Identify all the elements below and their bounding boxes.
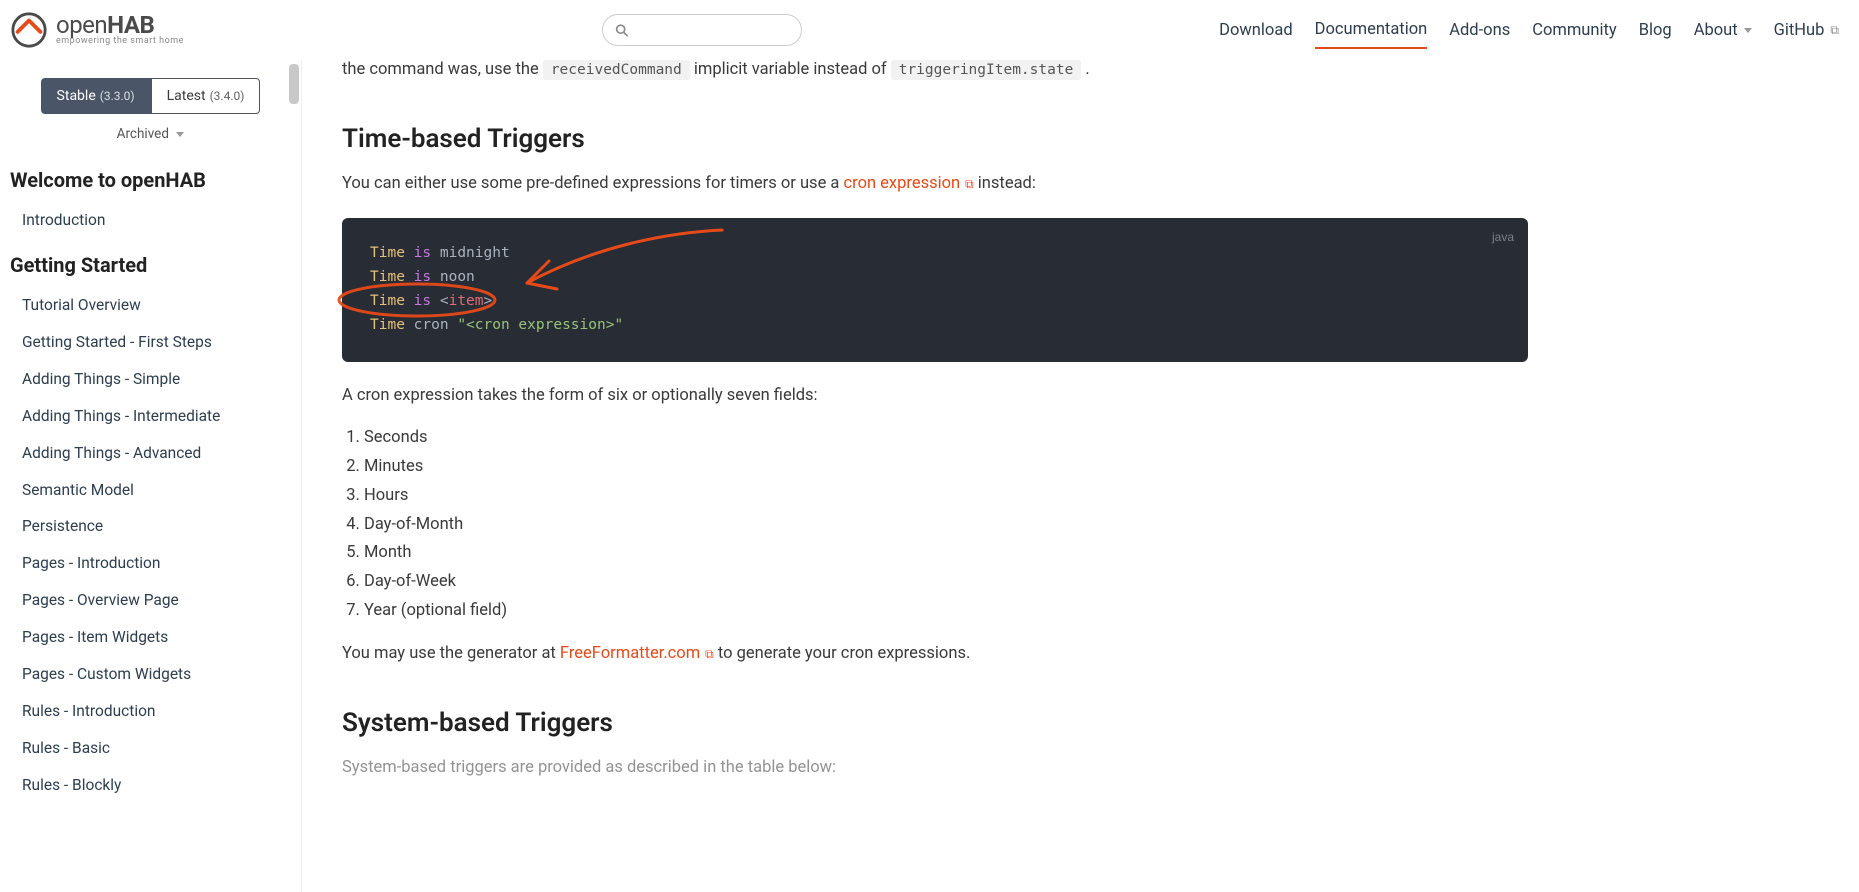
version-tab-latest[interactable]: Latest (3.4.0): [151, 78, 261, 114]
code-inline-triggeringitemstate: triggeringItem.state: [891, 60, 1082, 80]
version-tab-latest-ver: (3.4.0): [210, 89, 245, 103]
main-content: The Member of trigger only works with It…: [302, 0, 1568, 822]
nav-community[interactable]: Community: [1532, 13, 1617, 48]
list-item: Day-of-Week: [364, 568, 1528, 597]
version-archived-label: Archived: [117, 126, 169, 142]
openhab-logo-icon: [10, 11, 48, 49]
external-link-icon: ⧉: [1830, 23, 1839, 38]
text: instead:: [978, 174, 1036, 193]
sidebar-link[interactable]: Pages - Custom Widgets: [0, 656, 301, 693]
sidebar-link[interactable]: Tutorial Overview: [0, 287, 301, 324]
nav-github[interactable]: GitHub ⧉: [1774, 13, 1839, 48]
sidebar-link[interactable]: Adding Things - Simple: [0, 361, 301, 398]
sidebar-section-getting-started: Getting Started: [0, 239, 301, 287]
list-item: Day-of-Month: [364, 511, 1528, 540]
nav-about[interactable]: About: [1694, 13, 1752, 48]
sidebar-scrollbar[interactable]: [289, 64, 299, 104]
paragraph-cron-intro: A cron expression takes the form of six …: [342, 382, 1528, 410]
top-header: openHAB empowering the smart home Downlo…: [0, 0, 1859, 60]
text: implicit variable instead of: [694, 60, 891, 79]
text: .: [1085, 60, 1089, 79]
version-tab-stable[interactable]: Stable (3.3.0): [41, 78, 151, 114]
code-inline-receivedcommand: receivedCommand: [543, 60, 690, 80]
paragraph-time-intro: You can either use some pre-defined expr…: [342, 170, 1528, 198]
nav-download[interactable]: Download: [1219, 13, 1292, 48]
sidebar: Stable (3.3.0) Latest (3.4.0) Archived W…: [0, 60, 302, 892]
brand-word-hab: HAB: [107, 11, 154, 39]
search-box[interactable]: [602, 14, 802, 46]
sidebar-link[interactable]: Pages - Overview Page: [0, 582, 301, 619]
nav-about-label: About: [1694, 21, 1738, 40]
cron-fields-list: Seconds Minutes Hours Day-of-Month Month…: [364, 424, 1528, 626]
search-input[interactable]: [628, 22, 789, 38]
code-line: Time is midnight: [370, 242, 1500, 266]
top-nav: Download Documentation Add-ons Community…: [1219, 12, 1839, 49]
version-archived[interactable]: Archived: [0, 120, 301, 154]
chevron-down-icon: [176, 132, 184, 137]
sidebar-section-welcome: Welcome to openHAB: [0, 154, 301, 202]
heading-system-based-triggers: System-based Triggers: [342, 708, 1528, 738]
version-tab-latest-label: Latest: [167, 88, 206, 104]
link-label: FreeFormatter.com: [560, 644, 700, 663]
link-freeformatter[interactable]: FreeFormatter.com ⧉: [560, 644, 718, 663]
list-item: Month: [364, 539, 1528, 568]
sidebar-link-introduction[interactable]: Introduction: [0, 202, 301, 239]
nav-addons[interactable]: Add-ons: [1449, 13, 1510, 48]
sidebar-link[interactable]: Persistence: [0, 508, 301, 545]
code-line: Time cron "<cron expression>": [370, 314, 1500, 338]
code-block-time-triggers: java Time is midnight Time is noon Time …: [342, 218, 1528, 362]
version-tab-stable-ver: (3.3.0): [100, 89, 135, 103]
text: You may use the generator at: [342, 644, 560, 663]
nav-blog[interactable]: Blog: [1639, 13, 1672, 48]
search-icon: [615, 23, 628, 37]
version-tabs: Stable (3.3.0) Latest (3.4.0): [0, 78, 301, 114]
sidebar-link[interactable]: Adding Things - Advanced: [0, 435, 301, 472]
nav-github-label: GitHub: [1774, 21, 1825, 40]
chevron-down-icon: [1744, 28, 1752, 33]
nav-documentation[interactable]: Documentation: [1315, 12, 1428, 49]
list-item: Hours: [364, 482, 1528, 511]
brand-text: openHAB empowering the smart home: [56, 13, 184, 46]
sidebar-link[interactable]: Getting Started - First Steps: [0, 324, 301, 361]
text: You can either use some pre-defined expr…: [342, 174, 844, 193]
paragraph-generator: You may use the generator at FreeFormatt…: [342, 640, 1528, 668]
list-item: Seconds: [364, 424, 1528, 453]
sidebar-link[interactable]: Pages - Introduction: [0, 545, 301, 582]
sidebar-link[interactable]: Pages - Item Widgets: [0, 619, 301, 656]
paragraph-system-intro: System-based triggers are provided as de…: [342, 754, 1528, 782]
external-link-icon: ⧉: [962, 177, 974, 191]
list-item: Year (optional field): [364, 597, 1528, 626]
version-tab-stable-label: Stable: [57, 88, 96, 104]
sidebar-link[interactable]: Rules - Basic: [0, 730, 301, 767]
code-line: Time is <item>: [370, 290, 1500, 314]
code-line: Time is noon: [370, 266, 1500, 290]
link-cron-expression[interactable]: cron expression ⧉: [844, 174, 978, 193]
search-wrap: [184, 14, 1219, 46]
sidebar-link[interactable]: Adding Things - Intermediate: [0, 398, 301, 435]
link-label: cron expression: [844, 174, 961, 193]
external-link-icon: ⧉: [702, 647, 714, 661]
sidebar-link[interactable]: Rules - Blockly: [0, 767, 301, 804]
brand-word-open: open: [56, 11, 107, 39]
list-item: Minutes: [364, 453, 1528, 482]
brand-tagline: empowering the smart home: [56, 37, 184, 46]
code-language-label: java: [1492, 228, 1514, 248]
text: to generate your cron expressions.: [718, 644, 970, 663]
sidebar-link[interactable]: Semantic Model: [0, 472, 301, 509]
heading-time-based-triggers: Time-based Triggers: [342, 124, 1528, 154]
sidebar-link[interactable]: Rules - Introduction: [0, 693, 301, 730]
brand-logo[interactable]: openHAB empowering the smart home: [10, 11, 184, 49]
